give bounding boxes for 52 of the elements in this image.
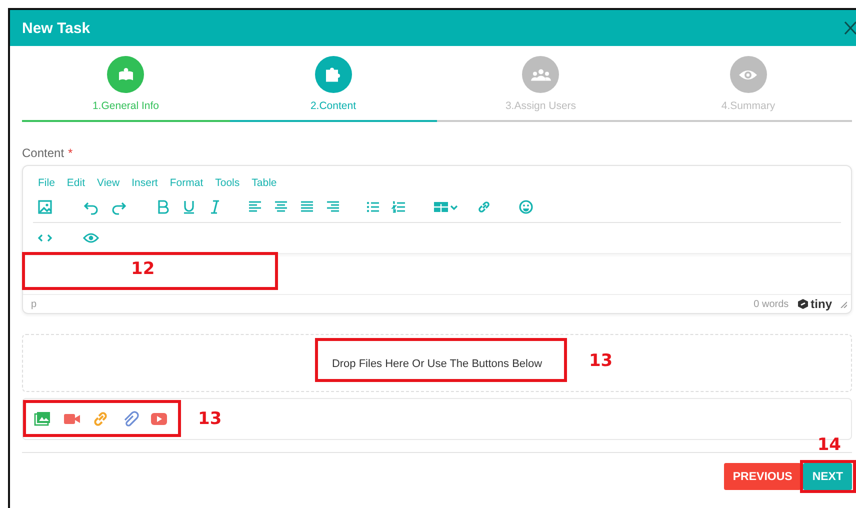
justify-icon xyxy=(299,199,315,215)
step-icon xyxy=(118,68,134,82)
dialog-title: New Task xyxy=(22,20,90,36)
menu-item[interactable]: File xyxy=(38,176,55,190)
align-right-icon xyxy=(325,199,341,215)
drop-zone[interactable]: Drop Files Here Or Use The Buttons Below 13 xyxy=(22,334,852,392)
wizard-step[interactable]: 1.General Info xyxy=(22,56,230,122)
emoji-icon xyxy=(518,199,534,215)
align-center-icon xyxy=(273,199,289,215)
link-icon xyxy=(476,199,492,215)
underline-icon xyxy=(181,199,197,215)
video-play-icon xyxy=(150,410,168,428)
field-label: Content xyxy=(22,146,64,160)
menu-item[interactable]: Table xyxy=(252,176,277,190)
menu-item[interactable]: Insert xyxy=(132,176,158,190)
wizard-step[interactable]: 3.Assign Users xyxy=(437,56,644,122)
link-icon xyxy=(92,410,110,428)
menu-item[interactable]: Tools xyxy=(215,176,240,190)
menu-item[interactable]: Edit xyxy=(66,176,86,190)
image-upload-icon xyxy=(34,410,52,428)
wizard-step[interactable]: 2.Content xyxy=(230,56,437,122)
bold-icon xyxy=(155,199,171,215)
step-icon xyxy=(739,68,758,82)
callout-number: 12 xyxy=(131,259,155,279)
step-icon xyxy=(326,67,340,82)
callout-number: 13 xyxy=(198,409,222,429)
required-mark: * xyxy=(68,146,73,160)
wizard-step[interactable]: 4.Summary xyxy=(644,56,852,122)
bullet-list-icon xyxy=(365,199,381,215)
menu-item[interactable]: Format xyxy=(170,176,204,190)
align-left-icon xyxy=(247,199,263,215)
attach-button[interactable] xyxy=(34,410,52,428)
table-icon xyxy=(433,199,458,215)
word-count: 0 words xyxy=(754,298,789,310)
editor-logo: tiny xyxy=(796,297,832,311)
element-path: p xyxy=(31,298,37,310)
callout-number: 14 xyxy=(817,435,841,455)
preview-icon xyxy=(83,230,99,246)
callout-number: 13 xyxy=(588,351,613,371)
previous-button[interactable]: PREVIOUS xyxy=(724,463,802,490)
drop-zone-text: Drop Files Here Or Use The Buttons Below xyxy=(332,358,542,370)
next-button[interactable]: NEXT xyxy=(803,463,852,490)
callout-box xyxy=(800,460,856,493)
numbered-list-icon xyxy=(391,199,407,215)
step-icon xyxy=(530,68,551,80)
attach-button[interactable] xyxy=(92,410,110,428)
attach-button[interactable] xyxy=(150,410,168,428)
editing-area[interactable]: 12 xyxy=(23,253,851,294)
close-icon[interactable] xyxy=(844,21,856,35)
menu-item[interactable]: View xyxy=(97,176,120,190)
image-icon xyxy=(37,199,53,215)
resize-handle-icon[interactable] xyxy=(840,300,847,308)
